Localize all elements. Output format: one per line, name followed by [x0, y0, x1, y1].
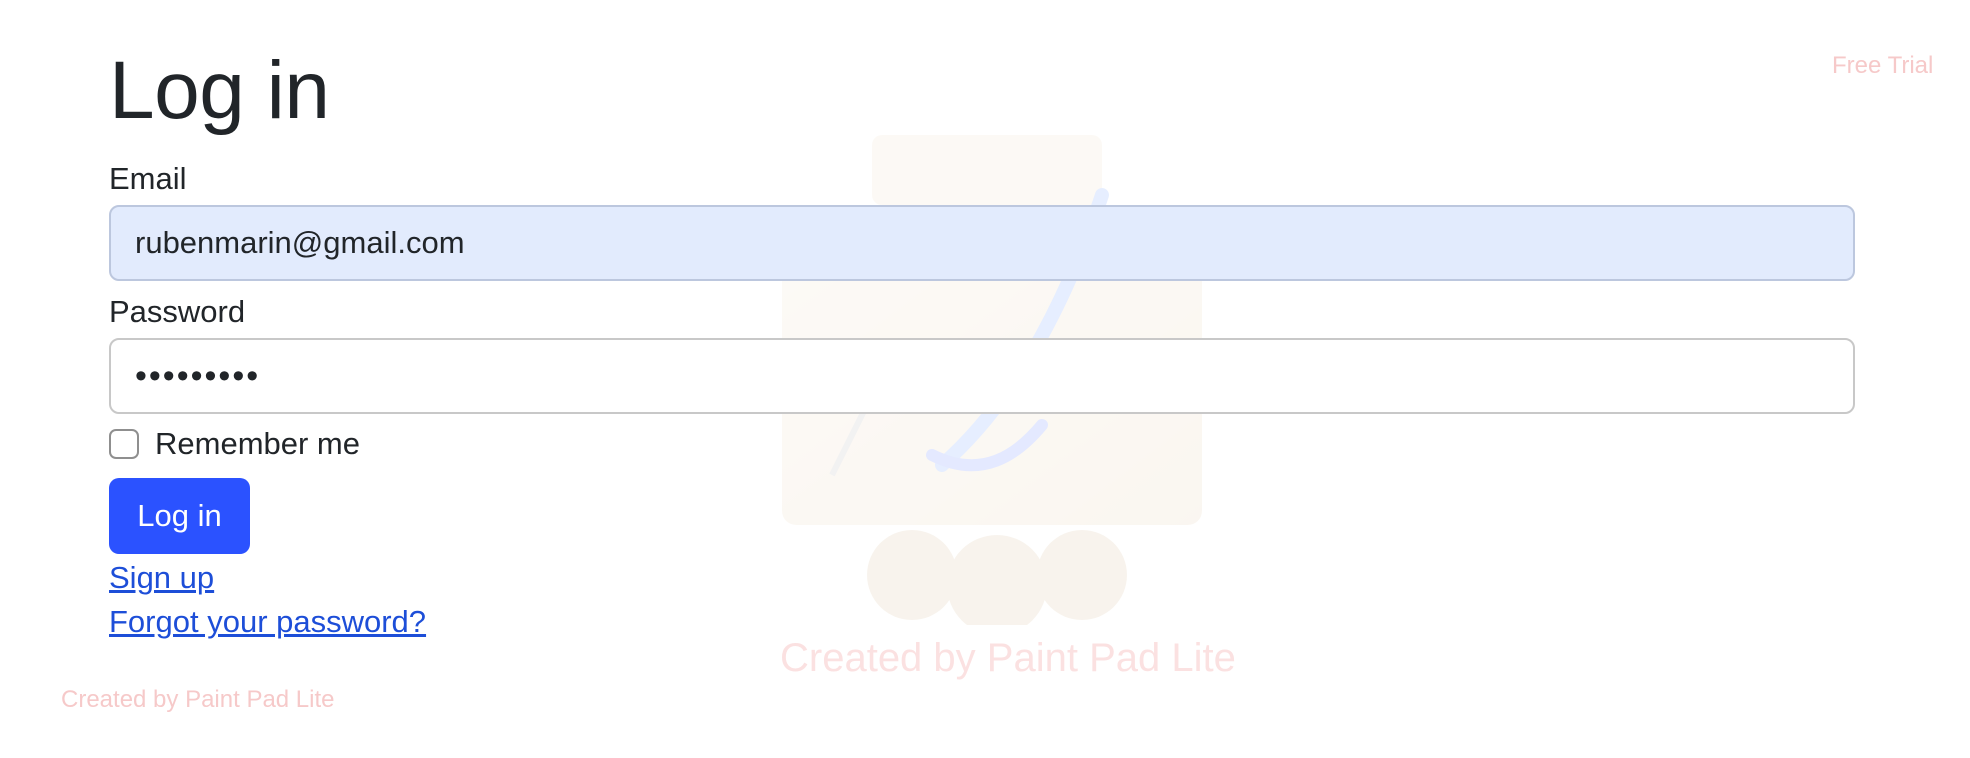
- auth-links: Sign up Forgot your password?: [109, 560, 1855, 640]
- password-input[interactable]: [109, 338, 1855, 415]
- password-field-group: Password: [109, 293, 1855, 415]
- login-form: Email Password Remember me Log in Sign u…: [109, 160, 1855, 640]
- login-button[interactable]: Log in: [109, 478, 250, 555]
- login-container: Log in Email Password Remember me Log in…: [109, 45, 1855, 640]
- page-title: Log in: [109, 45, 330, 136]
- forgot-password-link[interactable]: Forgot your password?: [109, 604, 426, 640]
- watermark-created-by-bottom-left: Created by Paint Pad Lite: [61, 686, 335, 713]
- remember-me-row[interactable]: Remember me: [109, 426, 1855, 462]
- remember-me-checkbox[interactable]: [109, 429, 139, 460]
- email-input[interactable]: [109, 205, 1855, 282]
- email-label: Email: [109, 161, 187, 197]
- email-field-group: Email: [109, 160, 1855, 282]
- password-label: Password: [109, 294, 246, 330]
- watermark-created-by-center: Created by Paint Pad Lite: [780, 636, 1236, 680]
- remember-me-label[interactable]: Remember me: [155, 426, 360, 462]
- sign-up-link[interactable]: Sign up: [109, 560, 214, 596]
